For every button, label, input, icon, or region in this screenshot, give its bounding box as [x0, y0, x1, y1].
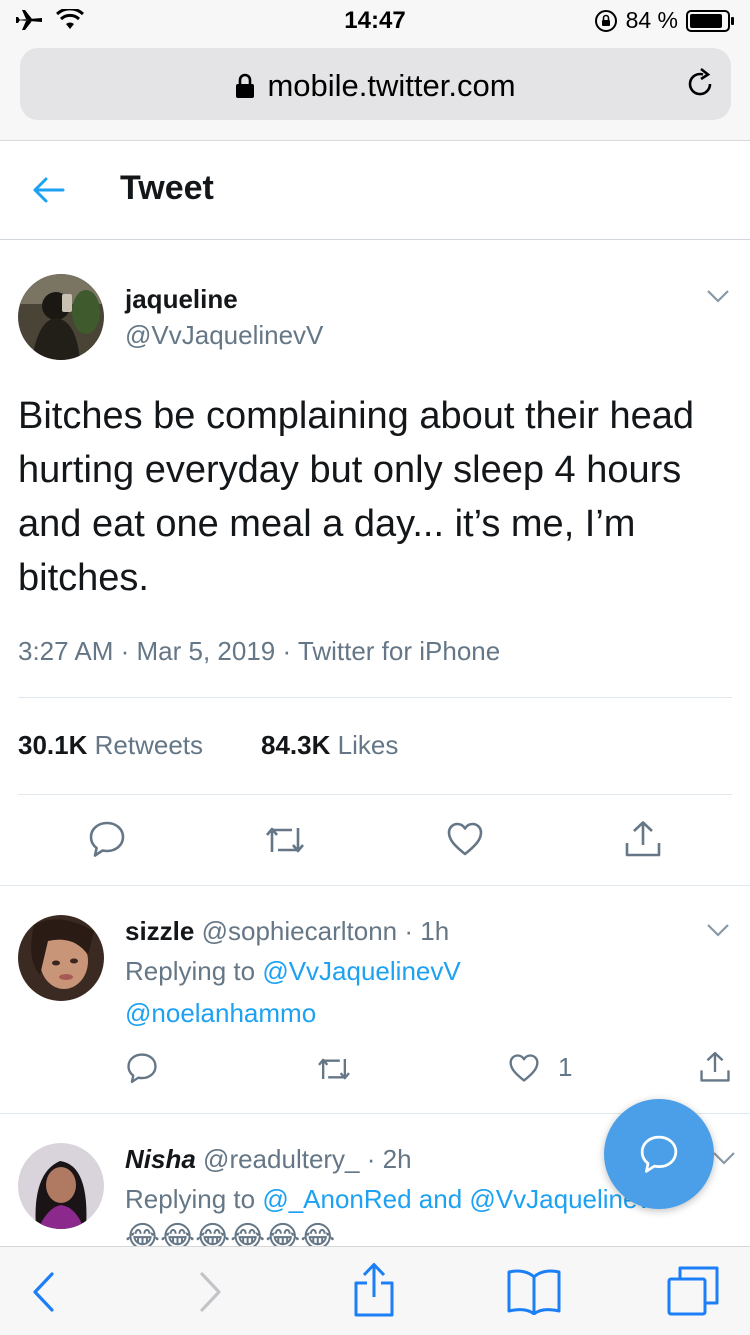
browser-toolbar [0, 1246, 750, 1335]
reload-icon[interactable] [683, 67, 717, 101]
lock-icon [235, 73, 255, 99]
divider [0, 885, 750, 886]
retweet-icon[interactable] [264, 822, 306, 858]
reply-text-mention[interactable]: @noelanhammo [125, 998, 316, 1029]
reply-header: Nisha @readultery_ · 2h [125, 1144, 412, 1175]
likes-label: Likes [337, 730, 399, 760]
likes-count: 84.3K [261, 730, 331, 760]
orientation-lock-icon [594, 9, 618, 33]
tweet-author-handle[interactable]: @VvJaquelinevV [125, 320, 323, 351]
reply-icon[interactable] [126, 1052, 158, 1084]
back-arrow-icon[interactable] [30, 175, 66, 205]
chevron-down-icon[interactable] [706, 288, 730, 304]
bookmarks-icon[interactable] [506, 1267, 562, 1315]
status-right: 84 % [594, 7, 736, 34]
reply-author-handle[interactable]: @readultery_ [203, 1144, 359, 1174]
tweet-timestamp: 3:27 AM · Mar 5, 2019 · Twitter for iPho… [18, 636, 501, 666]
reply-icon[interactable] [88, 820, 126, 858]
reply-header: sizzle @sophiecarltonn · 1h [125, 916, 449, 947]
replying-to-line: Replying to @VvJaquelinevV [125, 956, 461, 987]
divider [18, 697, 732, 698]
page-header: Tweet [0, 141, 750, 240]
reply-author-handle[interactable]: @sophiecarltonn [202, 916, 398, 946]
browser-address-area: mobile.twitter.com [0, 40, 750, 141]
tweet-text: Bitches be complaining about their head … [18, 395, 695, 599]
back-icon[interactable] [30, 1271, 56, 1313]
battery-percent: 84 % [625, 7, 678, 33]
forward-icon[interactable] [198, 1271, 224, 1313]
retweets-count: 30.1K [18, 730, 88, 760]
replying-to-link[interactable]: @VvJaquelinevV [262, 956, 460, 986]
divider [18, 794, 732, 795]
avatar[interactable] [18, 274, 104, 360]
page-title: Tweet [120, 169, 214, 207]
replying-prefix: Replying to [125, 956, 256, 986]
reply-author-name[interactable]: Nisha [125, 1144, 196, 1174]
reply-author-name[interactable]: sizzle [125, 916, 194, 946]
replying-to-link[interactable]: @_AnonRed and @VvJaquelinevV [262, 1184, 668, 1214]
battery-icon [686, 9, 736, 33]
status-bar: 14:47 84 % [0, 0, 750, 40]
share-icon[interactable] [624, 819, 662, 859]
reply-time: · 1h [404, 916, 450, 946]
retweet-icon[interactable] [316, 1054, 352, 1084]
likes-stat[interactable]: 84.3K Likes [261, 730, 398, 761]
reply-time: · 2h [366, 1144, 412, 1174]
tweet-stats: 30.1K Retweets 84.3K Likes [18, 730, 398, 761]
tweet-author-name[interactable]: jaqueline [125, 284, 238, 315]
chevron-down-icon[interactable] [706, 922, 730, 938]
retweets-label: Retweets [94, 730, 204, 760]
reply-avatar[interactable] [18, 915, 104, 1001]
like-icon[interactable] [508, 1053, 540, 1083]
reply-like-count: 1 [558, 1052, 573, 1082]
share-icon[interactable] [699, 1050, 731, 1084]
replying-to-line: Replying to @_AnonRed and @VvJaquelinevV [125, 1184, 668, 1215]
url-text: mobile.twitter.com [267, 68, 516, 103]
retweets-stat[interactable]: 30.1K Retweets [18, 730, 203, 761]
tabs-icon[interactable] [666, 1265, 720, 1317]
like-icon[interactable] [446, 821, 484, 857]
reply-bubble-icon [639, 1134, 679, 1174]
replying-prefix: Replying to [125, 1184, 256, 1214]
address-bar[interactable]: mobile.twitter.com [20, 48, 731, 120]
chevron-down-icon[interactable] [712, 1150, 736, 1166]
reply-avatar[interactable] [18, 1143, 104, 1229]
compose-reply-button[interactable] [604, 1099, 714, 1209]
share-icon[interactable] [352, 1261, 396, 1317]
